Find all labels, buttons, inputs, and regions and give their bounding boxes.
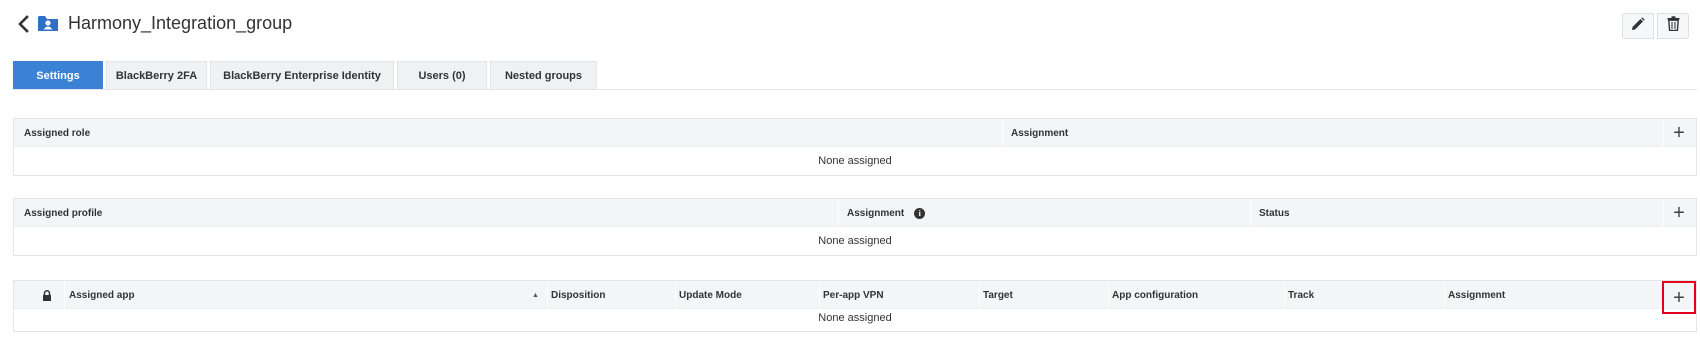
page-header: Harmony_Integration_group xyxy=(0,0,1700,52)
column-header-disposition[interactable]: Disposition xyxy=(551,281,605,309)
column-header-assignment[interactable]: Assignment xyxy=(1448,281,1505,309)
assigned-roles-table: Assigned role Assignment + None assigned xyxy=(13,118,1697,176)
column-divider xyxy=(547,281,548,309)
add-app-button[interactable]: + xyxy=(1662,281,1696,314)
pencil-icon xyxy=(1631,16,1645,36)
column-divider xyxy=(64,281,65,309)
column-divider xyxy=(819,281,820,309)
empty-state-text: None assigned xyxy=(818,155,892,167)
chevron-left-icon[interactable] xyxy=(16,14,32,34)
empty-state-text: None assigned xyxy=(818,312,892,324)
tab-nested-groups[interactable]: Nested groups xyxy=(490,61,597,90)
column-header-assignment[interactable]: Assignment i xyxy=(847,199,926,227)
plus-icon: + xyxy=(1673,122,1685,144)
column-header-assigned-role[interactable]: Assigned role xyxy=(24,119,90,147)
info-icon[interactable]: i xyxy=(914,207,926,219)
table-header: Assigned role Assignment + xyxy=(14,119,1696,147)
column-header-assignment[interactable]: Assignment xyxy=(1011,119,1068,147)
tab-divider xyxy=(13,89,1697,90)
table-header: Assigned profile Assignment i Status + xyxy=(14,199,1696,227)
add-profile-button[interactable]: + xyxy=(1662,199,1696,227)
column-divider xyxy=(1108,281,1109,309)
tab-blackberry-2fa[interactable]: BlackBerry 2FA xyxy=(106,61,207,90)
column-header-per-app-vpn[interactable]: Per-app VPN xyxy=(823,281,884,309)
plus-icon: + xyxy=(1673,202,1685,224)
column-header-target[interactable]: Target xyxy=(983,281,1013,309)
add-role-button[interactable]: + xyxy=(1662,119,1696,147)
column-header-update-mode[interactable]: Update Mode xyxy=(679,281,742,309)
tab-users[interactable]: Users (0) xyxy=(397,61,487,90)
column-header-assigned-app[interactable]: Assigned app xyxy=(69,281,135,309)
trash-icon xyxy=(1667,16,1680,36)
user-group-folder-icon xyxy=(38,14,58,37)
empty-state-text: None assigned xyxy=(818,235,892,247)
column-header-assigned-profile[interactable]: Assigned profile xyxy=(24,199,102,227)
column-divider xyxy=(675,281,676,309)
column-header-assignment-label: Assignment xyxy=(847,207,905,219)
table-header: Assigned app ▲ Disposition Update Mode P… xyxy=(14,281,1696,314)
column-divider xyxy=(1002,119,1003,147)
column-header-track[interactable]: Track xyxy=(1288,281,1314,309)
page-title: Harmony_Integration_group xyxy=(68,13,293,33)
column-header-status[interactable]: Status xyxy=(1259,199,1290,227)
plus-icon: + xyxy=(1673,286,1685,309)
sort-ascending-icon[interactable]: ▲ xyxy=(532,281,539,309)
column-divider xyxy=(838,199,839,227)
column-divider xyxy=(1250,199,1251,227)
assigned-profiles-table: Assigned profile Assignment i Status + N… xyxy=(13,198,1697,256)
lock-icon xyxy=(42,281,52,309)
column-divider xyxy=(1444,281,1445,309)
tab-bar: Settings BlackBerry 2FA BlackBerry Enter… xyxy=(13,61,600,90)
edit-button[interactable] xyxy=(1622,13,1654,39)
tab-blackberry-enterprise-identity[interactable]: BlackBerry Enterprise Identity xyxy=(210,61,394,90)
assigned-apps-table: Assigned app ▲ Disposition Update Mode P… xyxy=(13,280,1697,332)
column-divider xyxy=(979,281,980,309)
column-header-app-configuration[interactable]: App configuration xyxy=(1112,281,1198,309)
delete-button[interactable] xyxy=(1657,13,1689,39)
tab-settings[interactable]: Settings xyxy=(13,61,103,90)
column-divider xyxy=(1284,281,1285,309)
